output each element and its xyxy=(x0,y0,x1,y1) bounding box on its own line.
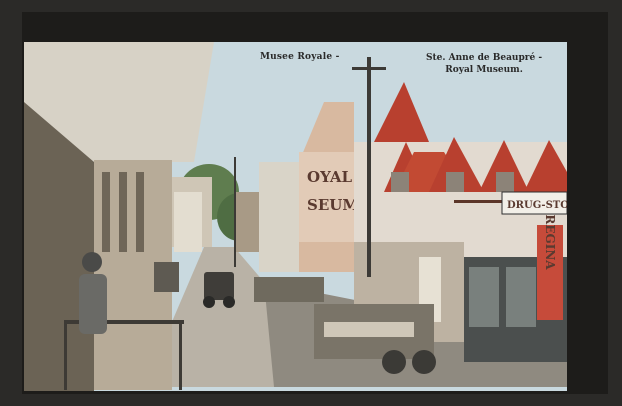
person-hat xyxy=(82,252,102,272)
street-scene: OYAL SEUM DRUG-STO REGINA xyxy=(24,42,567,391)
caption-location: Ste. Anne de Beaupré - xyxy=(426,53,543,63)
regina-sign-text: REGINA xyxy=(543,214,557,270)
regina-sign-letters: REGINA xyxy=(543,214,557,270)
caption-royal-museum: Ste. Anne de Beaupré - Royal Museum. xyxy=(426,52,542,76)
caption-title: Royal Museum. xyxy=(445,65,523,75)
utility-pole xyxy=(367,57,371,277)
street-photograph: OYAL SEUM DRUG-STO REGINA xyxy=(24,42,567,391)
carriage xyxy=(154,262,179,292)
person xyxy=(79,274,107,334)
caption-musee-royale: Musee Royale - xyxy=(260,52,340,62)
car xyxy=(204,272,234,300)
museum-sign-line1: OYAL xyxy=(307,168,352,186)
drugstore-sign-text: DRUG-STO xyxy=(507,200,567,211)
museum-sign-line2: SEUM xyxy=(307,196,359,214)
